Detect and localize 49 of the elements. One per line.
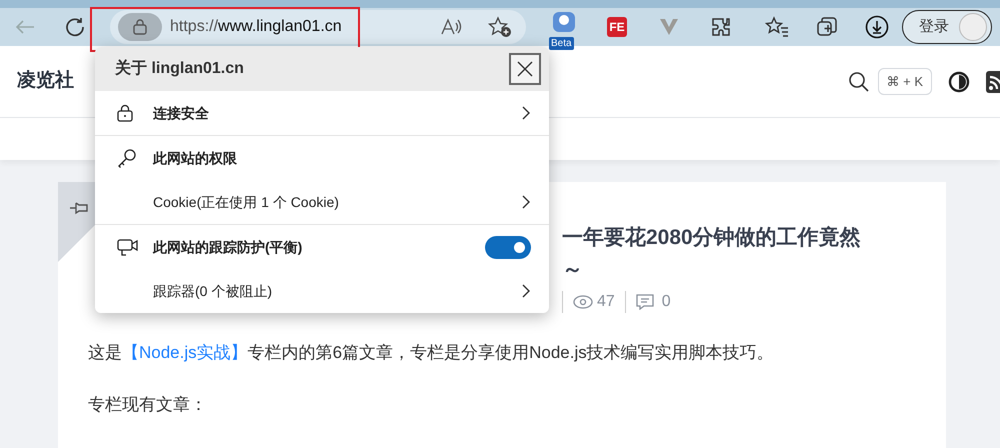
- reload-icon: [65, 17, 85, 37]
- popup-title: 关于 linglan01.cn: [115, 58, 244, 79]
- menu-label: 跟踪器(0 个被阻止): [153, 282, 273, 301]
- extension-button[interactable]: Beta: [549, 10, 581, 50]
- menu-item[interactable]: 跟踪器(0 个被阻止): [95, 269, 549, 313]
- lock-icon: [117, 104, 133, 122]
- menu-label: 连接安全: [153, 104, 210, 122]
- intro-paragraph: 这是【Node.js实战】专栏内的第6篇文章，专栏是分享使用Node.js技术编写实用脚本技巧。: [88, 342, 775, 364]
- site-logo[interactable]: 凌览社: [17, 67, 74, 96]
- camera-icon: [117, 237, 139, 257]
- toggle-switch[interactable]: [485, 236, 531, 258]
- lock-icon: [133, 19, 147, 35]
- add-favorite-icon[interactable]: [488, 16, 512, 38]
- views-icon: [573, 295, 593, 309]
- shortcut-key[interactable]: ⌘ + K: [878, 68, 932, 96]
- sign-in-button[interactable]: 登录: [902, 10, 992, 44]
- menu-label: 此网站的权限: [153, 148, 238, 168]
- avatar: [959, 13, 987, 41]
- read-aloud-icon[interactable]: [440, 17, 462, 37]
- close-button[interactable]: [509, 53, 541, 85]
- chevron-icon: [521, 105, 531, 121]
- chevron-icon: [521, 194, 531, 210]
- chevron-icon: [521, 283, 531, 299]
- search-icon[interactable]: [848, 70, 870, 92]
- extension-button[interactable]: FE: [607, 17, 627, 37]
- rss-icon[interactable]: [986, 70, 1000, 92]
- article-title: 一年要花2080分钟做的工作竟然: [562, 224, 862, 251]
- theme-toggle-icon[interactable]: [948, 70, 970, 92]
- comment-count: 0: [662, 292, 671, 312]
- article-title: ～: [562, 257, 584, 283]
- series-link[interactable]: 【Node.js实战】: [122, 343, 248, 362]
- back-icon: [15, 19, 35, 35]
- menu-label: 此网站的跟踪防护(平衡): [153, 238, 304, 257]
- close-icon: [516, 60, 534, 78]
- url-text: https://www.linglan01.cn: [170, 17, 342, 37]
- beta-badge: Beta: [549, 37, 574, 50]
- menu-item[interactable]: Cookie(正在使用 1 个 Cookie): [95, 180, 549, 224]
- menu-label: Cookie(正在使用 1 个 Cookie): [153, 192, 340, 212]
- menu-item[interactable]: 连接安全: [95, 91, 549, 135]
- extensions-icon[interactable]: [710, 16, 732, 38]
- collections-icon[interactable]: [816, 16, 838, 38]
- favorites-icon[interactable]: [765, 16, 789, 38]
- comments-icon: [636, 294, 654, 310]
- key-icon: [117, 148, 137, 168]
- address-bar[interactable]: https://www.linglan01.cn: [110, 10, 526, 44]
- section-heading: 专栏现有文章：: [88, 394, 208, 416]
- view-count: 47: [597, 292, 615, 312]
- download-icon[interactable]: [865, 15, 889, 39]
- site-info-button[interactable]: [118, 13, 162, 41]
